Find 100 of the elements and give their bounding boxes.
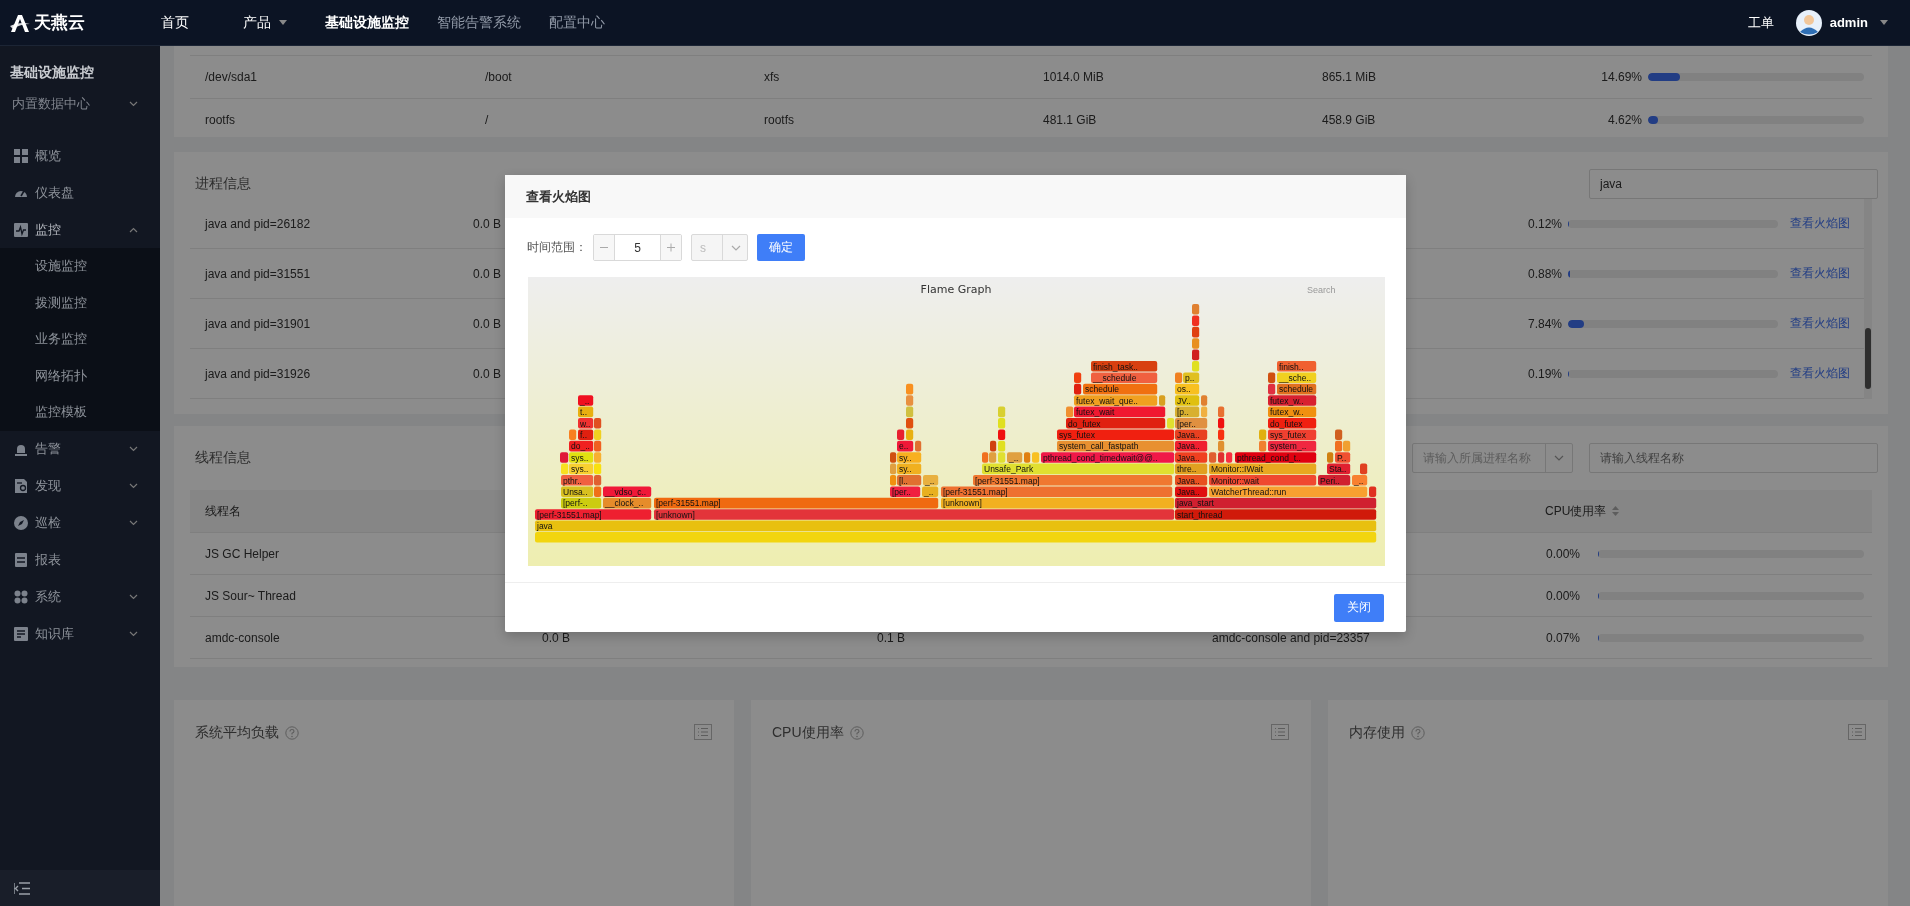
sidebar-menu-item[interactable]: 系统 xyxy=(0,578,160,616)
flame-frame[interactable] xyxy=(990,440,997,452)
flame-frame[interactable] xyxy=(1218,429,1225,440)
help-icon[interactable] xyxy=(849,726,864,740)
help-icon[interactable] xyxy=(1411,726,1425,740)
flame-frame[interactable]: sys.. xyxy=(569,463,594,475)
user-name[interactable]: admin xyxy=(1829,15,1868,30)
flame-frame[interactable] xyxy=(1268,383,1276,395)
submenu-item[interactable]: 网络拓扑 xyxy=(0,357,160,394)
flame-frame[interactable] xyxy=(1268,372,1276,383)
flame-frame[interactable] xyxy=(594,440,602,452)
flame-frame[interactable]: start_thread xyxy=(1175,509,1377,520)
sidebar-menu-item[interactable]: 监控 xyxy=(0,211,160,248)
flame-frame[interactable] xyxy=(1335,429,1343,440)
flame-frame[interactable]: __clock_.. xyxy=(603,497,652,509)
flame-frame[interactable]: Unsafe_Park xyxy=(982,463,1175,475)
flame-graph-link[interactable]: 查看火焰图 xyxy=(1778,215,1864,232)
flame-graph-link[interactable]: 查看火焰图 xyxy=(1778,315,1864,332)
flame-frame[interactable]: e.. xyxy=(897,440,914,452)
flame-frame[interactable]: JV.. xyxy=(1175,395,1200,406)
flame-frame[interactable]: [l.. xyxy=(897,475,922,486)
scrollbar[interactable] xyxy=(1864,199,1872,399)
sidebar-menu-item[interactable]: 告警 xyxy=(0,430,160,468)
flame-frame[interactable]: pthread_cond_timedwait@@.. xyxy=(1041,452,1175,463)
flame-frame[interactable]: Sta.. xyxy=(1327,463,1351,475)
flame-frame[interactable]: java xyxy=(535,520,1377,532)
flame-frame[interactable] xyxy=(1074,372,1082,383)
flame-frame[interactable]: finish.. xyxy=(1277,361,1317,372)
flame-frame[interactable]: [unknown] xyxy=(941,497,1175,509)
flame-frame[interactable]: [unknown] xyxy=(654,509,1175,520)
flame-frame[interactable] xyxy=(1192,349,1200,361)
flame-frame[interactable]: __schedule xyxy=(1091,372,1158,383)
flame-frame[interactable] xyxy=(906,418,914,429)
search-field[interactable]: java xyxy=(1589,169,1878,199)
flame-frame[interactable]: sys.. xyxy=(569,452,594,463)
flame-frame[interactable] xyxy=(1192,338,1200,349)
list-icon[interactable] xyxy=(1848,724,1866,740)
flame-frame[interactable]: [perf-.. xyxy=(561,497,602,509)
flame-frame[interactable]: t.. xyxy=(578,406,594,418)
flame-frame[interactable] xyxy=(890,475,897,486)
sidebar-menu-item[interactable]: 报表 xyxy=(0,541,160,579)
flame-frame[interactable]: do_.. xyxy=(569,440,594,452)
flame-frame[interactable]: Monitor::IWait xyxy=(1209,463,1317,475)
flame-frame[interactable] xyxy=(1024,452,1031,463)
nav-item[interactable]: 首页 xyxy=(157,13,193,32)
flame-frame[interactable]: Java.. xyxy=(1175,452,1208,463)
close-button[interactable]: 关闭 xyxy=(1334,593,1384,622)
flame-frame[interactable] xyxy=(998,429,1006,440)
flame-frame[interactable]: do_futex xyxy=(1066,418,1166,429)
flame-frame[interactable]: Monitor::wait xyxy=(1209,475,1317,486)
flame-frame[interactable]: w.. xyxy=(578,418,594,429)
flame-frame[interactable]: [perf-31551.map] xyxy=(941,486,1173,497)
sidebar-menu-item[interactable]: 仪表盘 xyxy=(0,174,160,211)
flame-frame[interactable] xyxy=(982,452,989,463)
flame-frame[interactable]: Peri.. xyxy=(1318,475,1351,486)
flame-frame[interactable]: [perf-31551.map] xyxy=(973,475,1173,486)
flame-frame[interactable] xyxy=(594,418,602,429)
sidebar-menu-item[interactable]: 概览 xyxy=(0,137,160,174)
flame-frame[interactable]: [perf-31551.map] xyxy=(654,497,939,509)
flame-frame[interactable]: sys_futex xyxy=(1268,429,1317,440)
column-header[interactable]: CPU使用率 xyxy=(1530,502,1872,520)
flame-frame[interactable]: sys_futex xyxy=(1057,429,1175,440)
submenu-item[interactable]: 监控模板 xyxy=(0,394,160,431)
flame-frame[interactable] xyxy=(1360,463,1368,475)
flame-frame[interactable]: sy.. xyxy=(897,463,922,475)
flame-frame[interactable]: [per.. xyxy=(890,486,921,497)
flame-frame[interactable]: os.. xyxy=(1175,383,1200,395)
flame-frame[interactable]: futex_w.. xyxy=(1268,406,1317,418)
flame-frame[interactable] xyxy=(1369,486,1377,497)
flame-frame[interactable] xyxy=(1192,326,1200,338)
flame-frame[interactable] xyxy=(1074,383,1082,395)
flame-frame[interactable] xyxy=(890,463,897,475)
flame-frame[interactable]: system_call_fastpath xyxy=(1057,440,1175,452)
flame-frame[interactable]: Java.. xyxy=(1175,486,1208,497)
flame-frame[interactable]: f.. xyxy=(578,429,594,440)
flame-graph-link[interactable]: 查看火焰图 xyxy=(1778,265,1864,282)
flame-frame[interactable]: _.. xyxy=(922,486,939,497)
flame-frame[interactable]: finish_task.. xyxy=(1091,361,1158,372)
avatar-icon[interactable] xyxy=(1795,9,1822,36)
flame-frame[interactable] xyxy=(560,452,569,463)
flame-frame[interactable] xyxy=(1201,395,1208,406)
flame-frame[interactable]: [perf-31551.map] xyxy=(535,509,652,520)
flame-frame[interactable] xyxy=(989,452,997,463)
flame-frame[interactable]: _.. xyxy=(1352,475,1368,486)
flame-frame[interactable] xyxy=(1175,372,1183,383)
flame-frame[interactable]: Java.. xyxy=(1175,429,1208,440)
flame-graph-link[interactable]: 查看火焰图 xyxy=(1778,365,1864,382)
sidebar-menu-item[interactable]: 巡检 xyxy=(0,504,160,542)
flame-frame[interactable]: __sche.. xyxy=(1277,372,1317,383)
plus-icon[interactable] xyxy=(660,235,681,260)
number-stepper[interactable]: 5 xyxy=(593,234,682,261)
flame-frame[interactable] xyxy=(1327,452,1334,463)
flame-frame[interactable]: sy.. xyxy=(897,452,922,463)
flame-frame[interactable] xyxy=(569,429,577,440)
sidebar-menu-item[interactable]: 知识库 xyxy=(0,615,160,653)
flame-frame[interactable]: Unsa.. xyxy=(561,486,594,497)
flame-frame[interactable]: futex_wait_que.. xyxy=(1074,395,1158,406)
flame-frame[interactable] xyxy=(1192,315,1200,326)
list-icon[interactable] xyxy=(694,724,712,740)
flame-frame[interactable] xyxy=(906,395,914,406)
